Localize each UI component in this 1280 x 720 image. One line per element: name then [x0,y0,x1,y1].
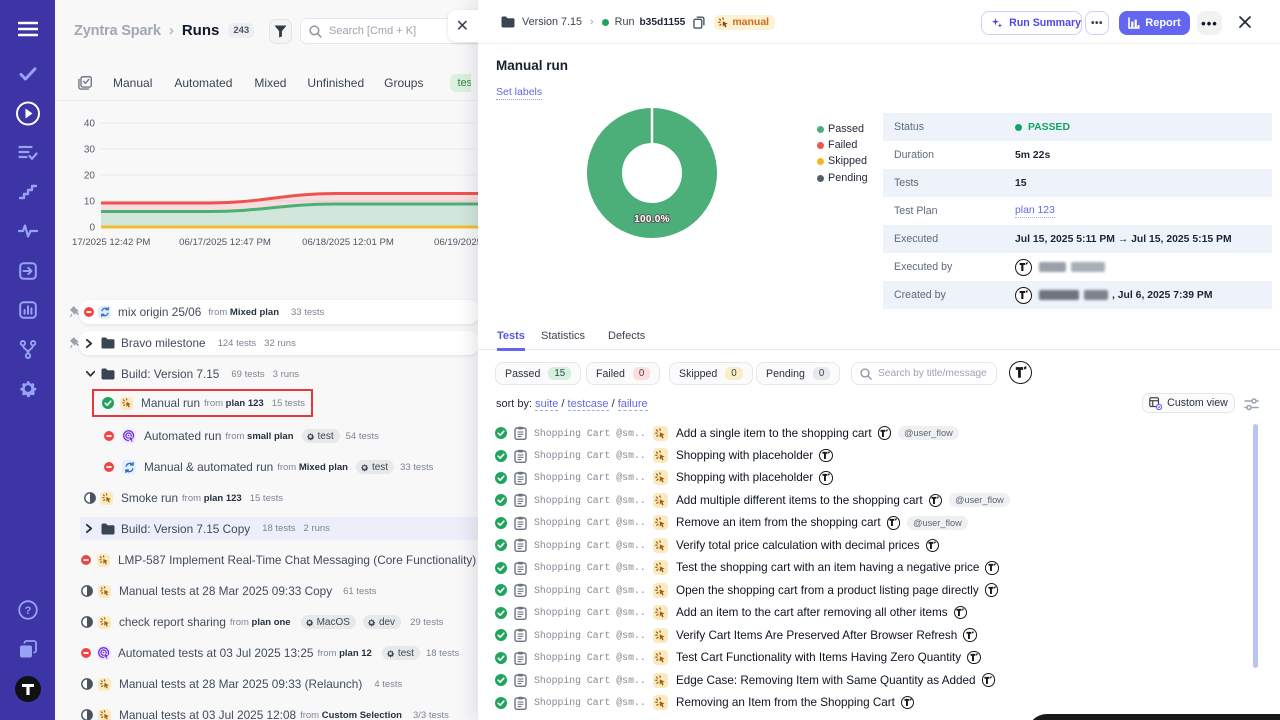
svg-text:06/19/2025 1: 06/19/2025 1 [434,237,478,248]
svg-text:17/2025 12:42 PM: 17/2025 12:42 PM [72,237,150,248]
svg-text:0: 0 [89,223,95,234]
svg-text:?: ? [25,605,32,617]
svg-text:06/18/2025 12:01 PM: 06/18/2025 12:01 PM [302,237,394,248]
svg-text:20: 20 [84,171,96,182]
svg-text:40: 40 [84,119,96,130]
svg-text:30: 30 [84,145,96,156]
svg-text:10: 10 [84,197,96,208]
svg-text:06/17/2025 12:47 PM: 06/17/2025 12:47 PM [179,237,271,248]
svg-text:100.0%: 100.0% [634,214,670,225]
